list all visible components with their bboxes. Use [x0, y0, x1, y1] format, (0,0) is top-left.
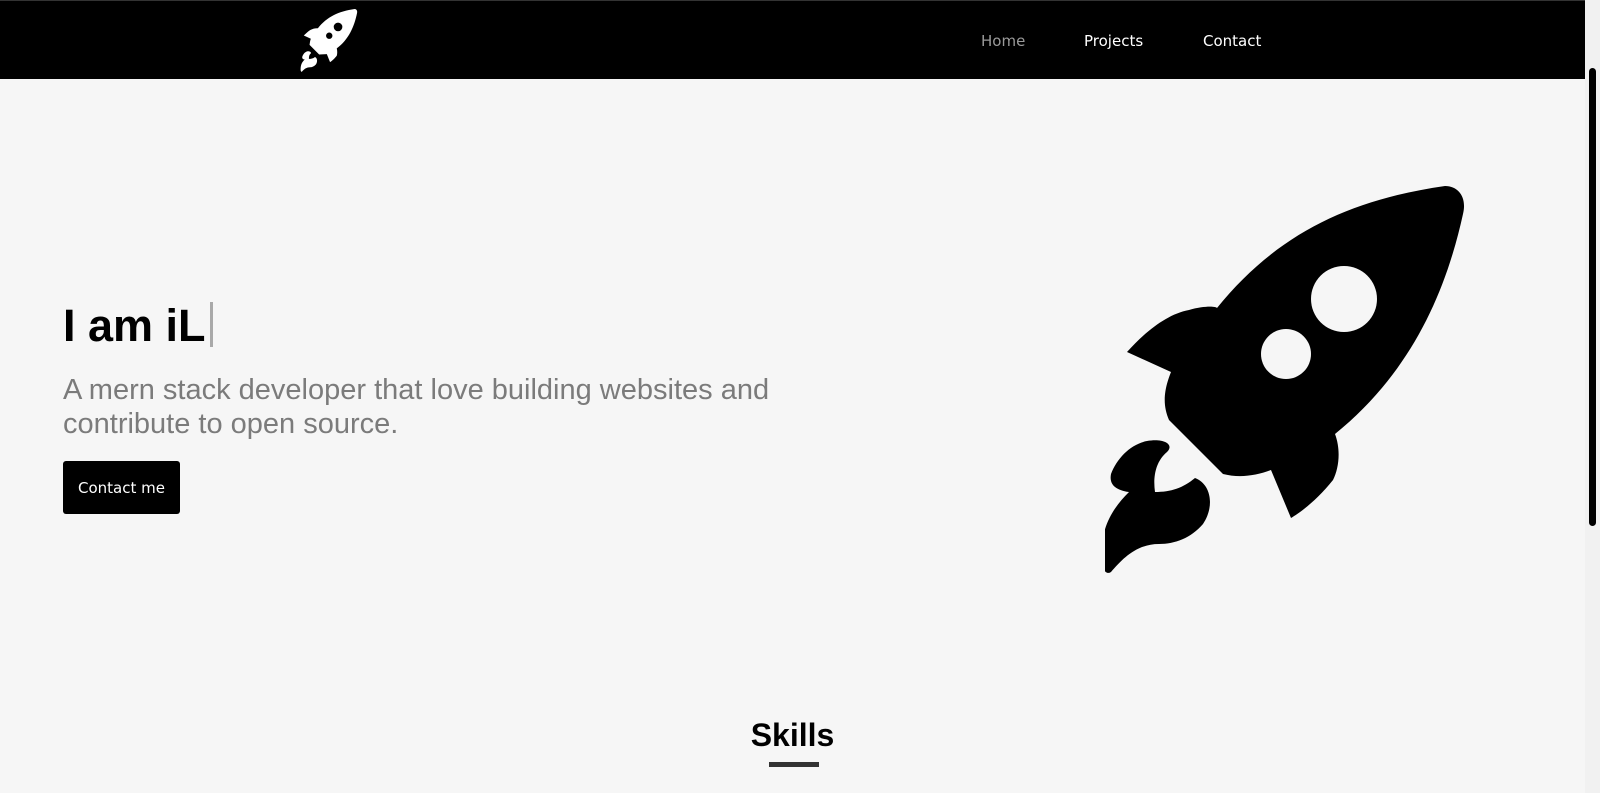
rocket-icon	[1105, 186, 1465, 573]
scrollbar-thumb[interactable]	[1589, 68, 1596, 526]
hero-subtitle: A mern stack developer that love buildin…	[63, 374, 770, 440]
nav-link-home[interactable]: Home	[981, 32, 1025, 50]
nav-link-projects[interactable]: Projects	[1084, 32, 1143, 50]
hero-title: I am iL	[63, 300, 213, 352]
scrollbar-track[interactable]	[1585, 0, 1600, 793]
nav-links: Home Projects Contact	[0, 1, 1600, 80]
skills-heading-underline	[769, 762, 819, 767]
skills-heading: Skills	[750, 717, 835, 753]
typing-cursor	[209, 302, 213, 347]
navbar: Home Projects Contact	[0, 0, 1600, 79]
page: Home Projects Contact I am iL A mern sta…	[0, 0, 1600, 793]
nav-link-contact[interactable]: Contact	[1203, 32, 1261, 50]
contact-me-button[interactable]: Contact me	[63, 461, 180, 514]
hero-title-text: I am iL	[63, 300, 206, 351]
